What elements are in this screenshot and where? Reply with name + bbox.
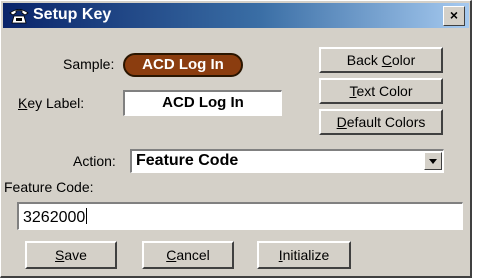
cancel-button[interactable]: Cancel [142,241,234,269]
text-caret [86,208,88,224]
key-label-label: Key Label: [18,95,85,111]
back-color-button[interactable]: Back Color [319,47,443,73]
sample-preview: ACD Log In [123,53,243,77]
feature-code-label: Feature Code: [4,179,94,195]
key-label-input[interactable]: ACD Log In [123,90,282,116]
action-label: Action: [73,153,116,169]
initialize-button[interactable]: Initialize [257,241,351,269]
feature-code-value: 3262000 [23,208,88,226]
dropdown-arrow-button[interactable] [424,152,442,170]
setup-key-dialog: Setup Key × Sample: ACD Log In Key Label… [0,0,472,278]
feature-code-input[interactable]: 3262000 [17,202,463,230]
default-colors-button[interactable]: Default Colors [319,109,443,135]
chevron-down-icon [429,159,437,164]
action-select[interactable]: Feature Code [130,149,444,173]
text-color-button[interactable]: Text Color [319,78,443,104]
sample-label: Sample: [63,56,115,72]
close-button[interactable]: × [443,6,465,26]
action-selected-value: Feature Code [136,152,239,169]
window-title: Setup Key [33,6,112,23]
title-bar[interactable]: Setup Key × [3,3,469,28]
close-icon: × [449,7,459,23]
telephone-icon [9,9,29,24]
save-button[interactable]: Save [25,241,117,269]
